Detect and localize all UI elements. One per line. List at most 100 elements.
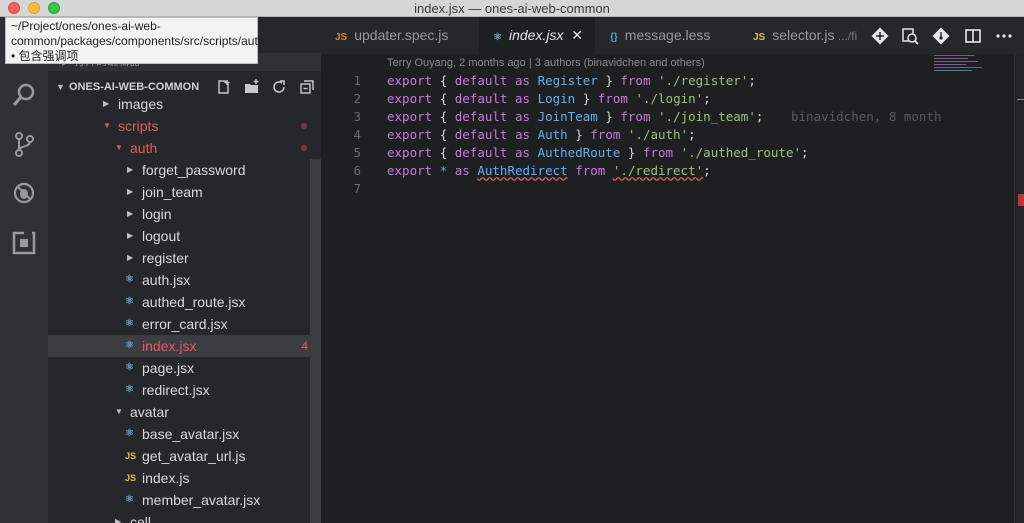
keyword: from xyxy=(642,145,674,160)
tree-file[interactable]: ⚛ base_avatar.jsx xyxy=(48,423,321,445)
code-line[interactable]: 1 export { default as Register } from './… xyxy=(321,72,934,90)
tree-folder[interactable]: ▼ avatar xyxy=(48,401,321,423)
tree-folder[interactable]: ▶ cell xyxy=(48,511,321,523)
tree-item-label: register xyxy=(142,250,189,266)
tab-label: index.jsx xyxy=(508,27,564,43)
tree-item-label: page.jsx xyxy=(142,360,195,376)
diff-icon[interactable] xyxy=(871,27,889,45)
tab-selector-js[interactable]: JS selector.js .../fi xyxy=(739,17,862,54)
more-actions-icon[interactable] xyxy=(995,27,1013,45)
punct: ; xyxy=(801,145,809,160)
string: './auth' xyxy=(627,127,689,142)
tree-folder[interactable]: ▼ auth xyxy=(48,137,321,159)
tree-item-label: error_card.jsx xyxy=(142,316,228,332)
split-editor-icon[interactable] xyxy=(964,27,982,45)
line-number: 6 xyxy=(353,163,361,178)
tree-file[interactable]: ⚛ page.jsx xyxy=(48,357,321,379)
identifier: AuthRedirect xyxy=(477,163,568,178)
chevron-right-icon[interactable]: ▶ xyxy=(127,159,133,181)
chevron-down-icon[interactable]: ▼ xyxy=(103,115,111,137)
keyword: default xyxy=(454,91,508,106)
string: './join_team' xyxy=(658,109,756,124)
tab-index-jsx[interactable]: ⚛ index.jsx ✕ xyxy=(479,17,595,54)
code-line[interactable]: 7 xyxy=(321,180,934,198)
identifier: JoinTeam xyxy=(537,109,598,124)
tree-file[interactable]: ⚛ index.jsx 4 xyxy=(48,335,321,357)
tree-folder[interactable]: ▶ register xyxy=(48,247,321,269)
chevron-down-icon[interactable]: ▼ xyxy=(115,137,123,159)
code-editor[interactable]: Terry Ouyang, 2 months ago | 3 authors (… xyxy=(321,54,1024,523)
keyword: as xyxy=(514,109,531,124)
string: './redirect' xyxy=(612,163,704,178)
tree-item-label: avatar xyxy=(130,404,169,420)
tree-folder[interactable]: ▶ join_team xyxy=(48,181,321,203)
window-title: index.jsx — ones-ai-web-common xyxy=(414,1,610,16)
keyword: export xyxy=(387,145,433,160)
extensions-icon[interactable] xyxy=(10,229,38,257)
tab-updater-spec[interactable]: JS updater.spec.js xyxy=(321,17,476,54)
tree-item-label: base_avatar.jsx xyxy=(142,426,240,442)
debug-icon[interactable] xyxy=(10,179,38,207)
operator: * xyxy=(439,163,448,178)
keyword: from xyxy=(620,109,651,124)
chevron-right-icon[interactable]: ▶ xyxy=(127,225,133,247)
code-line[interactable]: 5 export { default as AuthedRoute } from … xyxy=(321,144,934,162)
tree-file[interactable]: ⚛ auth.jsx xyxy=(48,269,321,291)
tree-item-label: member_avatar.jsx xyxy=(142,492,261,508)
chevron-right-icon[interactable]: ▶ xyxy=(103,93,109,115)
modified-dot xyxy=(301,145,307,151)
tab-message-less[interactable]: {} message.less xyxy=(596,17,738,54)
tree-file[interactable]: JS index.js xyxy=(48,467,321,489)
source-control-icon[interactable] xyxy=(10,130,38,158)
keyword: as xyxy=(514,127,531,142)
editor-scrollbar[interactable] xyxy=(1014,54,1024,523)
open-changes-icon[interactable] xyxy=(901,27,919,45)
tree-item-label: index.js xyxy=(142,470,190,486)
js-file-icon: JS xyxy=(125,473,137,483)
minimap[interactable] xyxy=(934,54,994,74)
tree-file[interactable]: ⚛ redirect.jsx xyxy=(48,379,321,401)
react-file-icon: ⚛ xyxy=(125,318,134,329)
tree-item-label: forget_password xyxy=(142,162,246,178)
chevron-down-icon[interactable]: ▼ xyxy=(115,401,123,423)
tree-folder[interactable]: ▶ images xyxy=(48,93,321,115)
tree-file[interactable]: ⚛ error_card.jsx xyxy=(48,313,321,335)
punct: { xyxy=(439,91,448,106)
code-text: export { default as Login } from './logi… xyxy=(387,90,711,108)
code-line[interactable]: 3 export { default as JoinTeam } from './… xyxy=(321,108,941,126)
punct: ; xyxy=(755,109,764,124)
keyword: from xyxy=(575,163,606,178)
search-icon[interactable] xyxy=(10,81,38,109)
js-file-icon: JS xyxy=(125,451,137,461)
chevron-right-icon[interactable]: ▶ xyxy=(127,247,133,269)
tree-file[interactable]: ⚛ authed_route.jsx xyxy=(48,291,321,313)
punct: } xyxy=(605,73,613,88)
code-line[interactable]: 4 export { default as Auth } from './auth… xyxy=(321,126,934,144)
identifier: Login xyxy=(537,91,576,106)
chevron-right-icon[interactable]: ▶ xyxy=(127,203,133,225)
tree-item-label: join_team xyxy=(142,184,203,200)
keyword: as xyxy=(514,145,531,160)
chevron-right-icon[interactable]: ▶ xyxy=(115,511,121,523)
activity-bar xyxy=(0,17,48,523)
code-line[interactable]: 2 export { default as Login } from './log… xyxy=(321,90,934,108)
tree-folder[interactable]: ▶ forget_password xyxy=(48,159,321,181)
sidebar-scrollbar[interactable] xyxy=(310,159,321,523)
tree-folder[interactable]: ▶ logout xyxy=(48,225,321,247)
punct: { xyxy=(439,127,448,142)
chevron-right-icon[interactable]: ▶ xyxy=(127,181,133,203)
code-line[interactable]: 6 export * as AuthRedirect from './redire… xyxy=(321,162,934,180)
tree-folder[interactable]: ▼ scripts xyxy=(48,115,321,137)
tree-folder[interactable]: ▶ login xyxy=(48,203,321,225)
codelens-blame[interactable]: Terry Ouyang, 2 months ago | 3 authors (… xyxy=(387,57,705,69)
tree-file[interactable]: ⚛ member_avatar.jsx xyxy=(48,489,321,511)
tree-item-label: index.jsx xyxy=(142,338,197,354)
git-commit-icon[interactable] xyxy=(932,27,950,45)
tab-label: selector.js xyxy=(772,27,835,43)
tab-path-suffix: .../fi xyxy=(834,29,858,43)
tree-item-label: logout xyxy=(142,228,181,244)
code-text: export * as AuthRedirect from './redirec… xyxy=(387,162,711,180)
editor-actions xyxy=(862,17,1024,54)
tree-file[interactable]: JS get_avatar_url.js xyxy=(48,445,321,467)
close-icon[interactable]: ✕ xyxy=(571,17,583,54)
